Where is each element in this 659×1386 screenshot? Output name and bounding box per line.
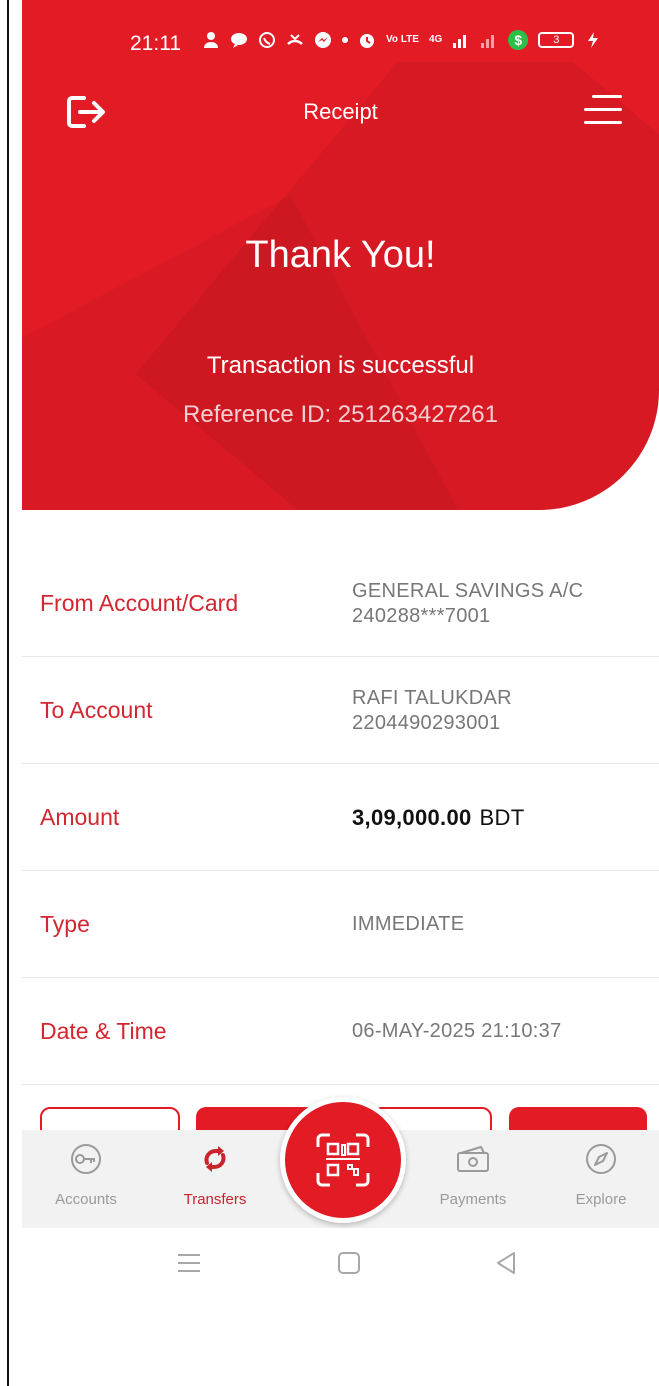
missed-call-icon (287, 34, 303, 45)
nav-label-explore: Explore (575, 1191, 627, 1208)
nav-item-accounts[interactable]: Accounts (31, 1130, 141, 1228)
transaction-details: From Account/Card GENERAL SAVINGS A/C 24… (22, 550, 659, 1085)
nav-item-payments[interactable]: Payments (418, 1130, 528, 1228)
detail-row-from-account: From Account/Card GENERAL SAVINGS A/C 24… (22, 550, 659, 657)
to-account-name: RAFI TALUKDAR (352, 686, 512, 709)
from-account-name: GENERAL SAVINGS A/C (352, 579, 584, 602)
nav-label-transfers: Transfers (183, 1191, 247, 1208)
page-title: Receipt (303, 99, 378, 124)
detail-value: 06-MAY-2025 21:10:37 (352, 978, 562, 1085)
chat-bubble-icon (231, 33, 247, 48)
status-time: 21:11 (130, 32, 181, 55)
messenger-icon (315, 32, 331, 48)
network-4g-label: 4G (428, 34, 443, 45)
cash-icon (457, 1145, 489, 1172)
signal-icon (453, 35, 467, 48)
transaction-datetime: 06-MAY-2025 21:10:37 (352, 1020, 562, 1042)
transaction-status-text: Transaction is successful (206, 352, 475, 379)
detail-label: To Account (40, 697, 153, 723)
transfer-type: IMMEDIATE (352, 913, 465, 935)
qr-scan-button[interactable] (280, 1097, 406, 1223)
transfer-arrows-icon (204, 1146, 226, 1172)
detail-label: Amount (40, 804, 120, 830)
thank-you-heading: Thank You! (245, 234, 436, 276)
receipt-screen: 21:11 Vo LTE 4G $ 3 Receipt Thank You! T… (22, 0, 659, 1386)
detail-row-to-account: To Account RAFI TALUKDAR 2204490293001 (22, 657, 659, 764)
compass-icon (586, 1144, 616, 1174)
detail-label: Date & Time (40, 1018, 167, 1044)
notification-dot-icon (342, 37, 348, 43)
nav-label-payments: Payments (439, 1191, 507, 1208)
status-bar: 21:11 Vo LTE 4G $ 3 (22, 0, 659, 62)
nav-label-accounts: Accounts (55, 1191, 117, 1208)
nav-item-explore[interactable]: Explore (546, 1130, 656, 1228)
receipt-header: Receipt Thank You! Transaction is succes… (22, 62, 659, 510)
charging-bolt-icon (588, 32, 599, 48)
recents-icon[interactable] (174, 1248, 204, 1278)
system-navigation-bar (22, 1228, 659, 1298)
dollar-badge-icon: $ (508, 30, 529, 50)
qr-scan-icon (316, 1133, 370, 1187)
person-icon (204, 32, 218, 48)
battery-icon: 3 (538, 32, 575, 48)
key-icon (71, 1144, 101, 1174)
detail-value: RAFI TALUKDAR 2204490293001 (352, 657, 512, 764)
amount-value: 3,09,000.00 (352, 805, 472, 830)
detail-value: 3,09,000.00 BDT (352, 764, 524, 871)
detail-label: From Account/Card (40, 590, 239, 616)
status-icons: Vo LTE 4G $ 3 (202, 30, 602, 50)
amount-currency: BDT (479, 805, 525, 830)
whatsapp-icon (259, 32, 275, 48)
nav-item-transfers[interactable]: Transfers (160, 1130, 270, 1228)
screenshot-frame-line (7, 0, 9, 1386)
detail-label: Type (40, 911, 90, 937)
detail-row-date-time: Date & Time 06-MAY-2025 21:10:37 (22, 978, 659, 1085)
back-icon[interactable] (492, 1248, 522, 1278)
reference-id-text: Reference ID: 251263427261 (183, 401, 498, 428)
detail-row-type: Type IMMEDIATE (22, 871, 659, 978)
detail-value: IMMEDIATE (352, 871, 464, 978)
from-account-number: 240288***7001 (352, 604, 491, 627)
hamburger-menu-icon[interactable] (584, 95, 622, 125)
detail-row-amount: Amount 3,09,000.00 BDT (22, 764, 659, 871)
volte-label: Vo LTE (386, 34, 419, 45)
home-icon[interactable] (334, 1248, 364, 1278)
to-account-number: 2204490293001 (352, 711, 501, 734)
signal-weak-icon (481, 35, 495, 48)
alarm-icon (360, 34, 374, 48)
detail-value: GENERAL SAVINGS A/C 240288***7001 (352, 550, 583, 657)
